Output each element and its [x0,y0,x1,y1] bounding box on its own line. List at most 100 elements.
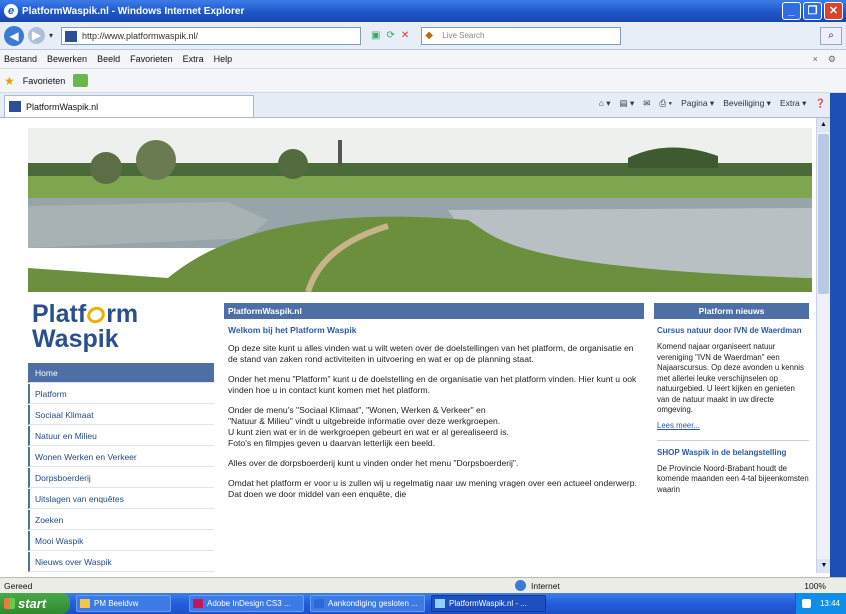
search-field[interactable]: ◆ Live Search [421,26,622,45]
command-beveiliging[interactable]: Beveiliging ▾ [723,98,771,109]
security-zone: Internet [515,580,560,591]
nav-item-home[interactable]: Home [28,363,214,383]
read-more-link[interactable]: Lees meer... [657,421,809,430]
favorites-label[interactable]: Favorieten [23,76,66,86]
taskbar-item[interactable]: Aankondiging gesloten ... [310,595,425,612]
nav-item-dorpsboerderij[interactable]: Dorpsboerderij [28,468,214,488]
content-paragraph: Op deze site kunt u alles vinden wat u w… [228,343,634,364]
news-sidebar: Platform nieuws Cursus natuur door IVN d… [654,303,809,500]
feeds-icon[interactable]: ▤ ▾ [620,98,635,109]
menu-favorieten[interactable]: Favorieten [130,54,173,64]
site-favicon-icon [65,30,78,42]
menu-bewerken[interactable]: Bewerken [47,54,87,64]
help-icon[interactable]: ❓ [815,98,826,109]
news-divider [657,439,809,441]
content-paragraph: Alles over de dorpsboerderij kunt u vind… [228,458,519,468]
content-paragraph: Onder het menu "Platform" kunt u de doel… [228,374,637,395]
windows-flag-icon [4,598,15,609]
address-field[interactable]: http://www.platformwaspik.nl/ [61,26,362,45]
nav-item-uitslagen-enquetes[interactable]: Uitslagen van enquêtes [28,489,214,509]
taskbar-item-active[interactable]: PlatformWaspik.nl - ... [431,595,546,612]
command-bar: ⌂ ▾ ▤ ▾ ✉ ⎙ ▾ Pagina ▾ Beveiliging ▾ Ext… [599,98,826,109]
scroll-up-icon[interactable]: ▲ [817,118,830,132]
address-toolbar: ◀ ▶ ▾ http://www.platformwaspik.nl/ ▣ ⟳ … [0,22,846,50]
window-frame-right [830,93,846,593]
internet-zone-icon [515,580,526,591]
taskbar-item[interactable]: PM Beeldvw [76,595,171,612]
zoom-level[interactable]: 100% [804,581,826,591]
compatibility-icon[interactable]: ▣ [371,30,380,41]
stop-icon[interactable]: ✕ [401,30,409,41]
history-dropdown-icon[interactable]: ▾ [49,31,53,40]
site-logo[interactable]: Platf rm Waspik [32,302,138,352]
clock: 13:44 [819,599,840,608]
window-title: PlatformWaspik.nl - Windows Internet Exp… [22,5,245,17]
favorites-star-icon[interactable]: ★ [4,74,15,88]
main-content: PlatformWaspik.nl Welkom bij het Platfor… [224,303,644,509]
search-button[interactable]: ⌕ [820,26,842,45]
nav-item-platform[interactable]: Platform [28,384,214,404]
site-navigation: Home Platform Sociaal Klimaat Natuur en … [28,363,214,573]
nav-item-sociaal-klimaat[interactable]: Sociaal Klimaat [28,405,214,425]
news-item-title[interactable]: Cursus natuur door IVN de Waerdman [657,325,809,336]
status-bar: Gereed Internet 100% [0,577,846,593]
tab-label: PlatformWaspik.nl [26,101,99,112]
back-button[interactable]: ◀ [4,25,24,46]
tab-platformwaspik[interactable]: PlatformWaspik.nl [4,95,254,117]
taskbar-item[interactable]: Adobe InDesign CS3 ... [189,595,304,612]
folder-icon [80,599,90,608]
windows-taskbar: start PM Beeldvw Adobe InDesign CS3 ... … [0,593,846,614]
vertical-scrollbar[interactable]: ▲ ▼ [816,118,831,573]
refresh-icon[interactable]: ⟳ [386,30,394,41]
toolbar-options-icon[interactable]: ⚙ [828,54,836,65]
page-viewport: Platf rm Waspik Home Platform Sociaal Kli… [24,118,816,573]
minimize-button[interactable]: _ [782,2,801,20]
ie-task-icon [435,599,445,608]
tab-favicon-icon [9,101,21,112]
news-header: Platform nieuws [654,303,809,319]
address-url: http://www.platformwaspik.nl/ [82,30,199,41]
tray-icon[interactable] [801,599,811,608]
address-actions: ▣ ⟳ ✕ [371,30,409,41]
system-tray: 13:44 [794,593,846,614]
window-controls: _ ❐ ✕ [782,2,843,20]
window-title-bar: e PlatformWaspik.nl - Windows Internet E… [0,0,846,22]
ie-logo-icon: e [4,4,18,18]
live-search-icon: ◆ [425,29,433,41]
menu-help[interactable]: Help [214,54,233,64]
close-button[interactable]: ✕ [824,2,843,20]
favorites-bar: ★ Favorieten [0,69,846,93]
menu-close-icon[interactable]: × [813,54,818,65]
indesign-icon [193,599,203,608]
header-landscape-banner [28,128,812,292]
content-header: PlatformWaspik.nl [224,303,644,319]
page-title: Welkom bij het Platform Waspik [228,325,357,335]
add-favorite-icon[interactable] [73,74,89,87]
nav-item-mooi-waspik[interactable]: Mooi Waspik [28,531,214,551]
content-paragraph: Omdat het platform er voor u is zullen w… [228,478,637,499]
news-item-title[interactable]: SHOP Waspik in de belangstelling [657,447,809,458]
scroll-down-icon[interactable]: ▼ [817,559,831,573]
menu-right-icons: × ⚙ [813,54,836,65]
menu-extra[interactable]: Extra [183,54,204,64]
content-paragraph: Onder de menu's "Sociaal Klimaat", "Wone… [228,405,509,448]
nav-item-zoeken[interactable]: Zoeken [28,510,214,530]
print-icon[interactable]: ⎙ ▾ [659,98,672,109]
command-extra[interactable]: Extra ▾ [780,98,806,109]
scroll-thumb[interactable] [818,134,829,294]
menu-beeld[interactable]: Beeld [97,54,120,64]
start-button[interactable]: start [0,593,70,614]
forward-button[interactable]: ▶ [28,27,45,44]
menu-bestand[interactable]: Bestand [4,54,37,64]
nav-item-nieuws-over-waspik[interactable]: Nieuws over Waspik [28,552,214,572]
maximize-button[interactable]: ❐ [803,2,822,20]
mail-icon[interactable]: ✉ [643,98,650,109]
command-pagina[interactable]: Pagina ▾ [681,98,714,109]
logo-ring-icon [84,303,108,327]
document-icon [314,599,324,608]
nav-item-natuur-en-milieu[interactable]: Natuur en Milieu [28,426,214,446]
menu-bar: Bestand Bewerken Beeld Favorieten Extra … [0,50,846,69]
status-text: Gereed [4,580,33,591]
home-icon[interactable]: ⌂ ▾ [599,98,611,109]
nav-item-wonen-werken-verkeer[interactable]: Wonen Werken en Verkeer [28,447,214,467]
